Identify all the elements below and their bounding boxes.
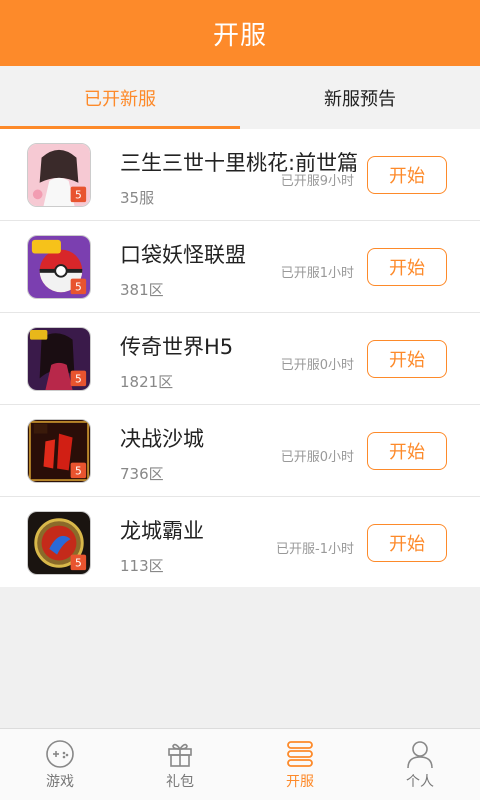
list-item[interactable]: 5 传奇世界H5 1821区 已开服0小时 开始: [0, 313, 480, 405]
game-icon-sansheng: 5: [27, 143, 91, 207]
tab-label: 已开新服: [84, 88, 156, 110]
tab-upcoming-servers[interactable]: 新服预告: [240, 66, 480, 129]
tab-opened-servers[interactable]: 已开新服: [0, 66, 240, 129]
nav-label: 礼包: [166, 773, 194, 790]
list-item[interactable]: 5 三生三世十里桃花:前世篇 35服 已开服9小时 开始: [0, 129, 480, 221]
nav-item-profile[interactable]: 个人: [360, 729, 480, 800]
nav-label: 开服: [286, 773, 314, 790]
game-name: 口袋妖怪联盟: [120, 243, 246, 267]
list-item[interactable]: 5 决战沙城 736区 已开服0小时 开始: [0, 405, 480, 497]
svg-text:5: 5: [75, 464, 82, 477]
open-time: 已开服9小时: [280, 174, 354, 189]
game-name: 决战沙城: [120, 427, 204, 451]
server-number: 1821区: [120, 373, 174, 391]
open-time: 已开服-1小时: [276, 542, 354, 557]
server-number: 113区: [120, 557, 164, 575]
start-button[interactable]: 开始: [367, 432, 447, 470]
game-icon-longcheng: 5: [27, 511, 91, 575]
list-item[interactable]: 5 龙城霸业 113区 已开服-1小时 开始: [0, 497, 480, 587]
list-item[interactable]: 5 口袋妖怪联盟 381区 已开服1小时 开始: [0, 221, 480, 313]
tab-bar: 已开新服 新服预告: [0, 66, 480, 129]
server-number: 35服: [120, 189, 155, 207]
game-name: 龙城霸业: [120, 519, 204, 543]
server-list: 5 三生三世十里桃花:前世篇 35服 已开服9小时 开始 5 口袋妖怪联盟 38…: [0, 129, 480, 587]
nav-item-servers[interactable]: 开服: [240, 729, 360, 800]
open-time: 已开服0小时: [280, 450, 354, 465]
game-icon-chuanqi: 5: [27, 327, 91, 391]
game-icon-shacheng: 5: [27, 419, 91, 483]
open-time: 已开服0小时: [280, 358, 354, 373]
svg-text:5: 5: [75, 280, 82, 293]
game-name: 传奇世界H5: [120, 335, 234, 359]
start-button[interactable]: 开始: [367, 156, 447, 194]
server-stack-icon: [285, 739, 315, 769]
nav-item-games[interactable]: 游戏: [0, 729, 120, 800]
start-button[interactable]: 开始: [367, 340, 447, 378]
server-number: 736区: [120, 465, 164, 483]
user-icon: [405, 739, 435, 769]
page-title: 开服: [212, 20, 267, 51]
game-icon-pokemon: 5: [27, 235, 91, 299]
start-button[interactable]: 开始: [367, 524, 447, 562]
svg-text:5: 5: [75, 188, 82, 201]
gamepad-icon: [45, 739, 75, 769]
server-number: 381区: [120, 281, 164, 299]
nav-label: 个人: [406, 773, 434, 790]
svg-text:5: 5: [75, 372, 82, 385]
svg-text:5: 5: [75, 556, 82, 569]
nav-label: 游戏: [46, 773, 74, 790]
app-header: 开服: [0, 0, 480, 66]
open-time: 已开服1小时: [280, 266, 354, 281]
start-button[interactable]: 开始: [367, 248, 447, 286]
nav-item-gifts[interactable]: 礼包: [120, 729, 240, 800]
bottom-nav: 游戏 礼包 开服 个人: [0, 728, 480, 800]
gift-icon: [165, 739, 195, 769]
tab-label: 新服预告: [324, 88, 396, 110]
